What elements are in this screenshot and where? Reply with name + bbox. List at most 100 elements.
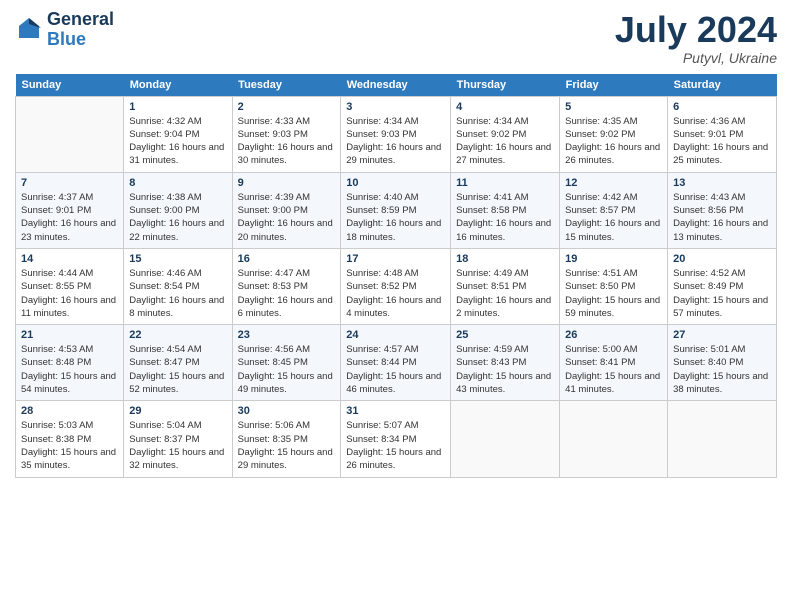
table-row: 11 Sunrise: 4:41 AMSunset: 8:58 PMDaylig… xyxy=(451,172,560,248)
header-thursday: Thursday xyxy=(451,74,560,97)
day-number: 2 xyxy=(238,101,336,113)
table-row: 1 Sunrise: 4:32 AMSunset: 9:04 PMDayligh… xyxy=(124,96,232,172)
title-block: July 2024 Putyvl, Ukraine xyxy=(615,10,777,66)
day-number: 5 xyxy=(565,101,662,113)
day-number: 18 xyxy=(456,253,554,265)
day-number: 9 xyxy=(238,177,336,189)
day-number: 30 xyxy=(238,405,336,417)
day-number: 31 xyxy=(346,405,445,417)
day-info: Sunrise: 5:04 AMSunset: 8:37 PMDaylight:… xyxy=(129,419,226,472)
day-number: 4 xyxy=(456,101,554,113)
day-number: 17 xyxy=(346,253,445,265)
day-info: Sunrise: 4:54 AMSunset: 8:47 PMDaylight:… xyxy=(129,343,226,396)
location: Putyvl, Ukraine xyxy=(615,50,777,66)
day-number: 10 xyxy=(346,177,445,189)
header-wednesday: Wednesday xyxy=(341,74,451,97)
day-info: Sunrise: 5:07 AMSunset: 8:34 PMDaylight:… xyxy=(346,419,445,472)
table-row: 31 Sunrise: 5:07 AMSunset: 8:34 PMDaylig… xyxy=(341,401,451,477)
day-number: 28 xyxy=(21,405,118,417)
day-info: Sunrise: 4:39 AMSunset: 9:00 PMDaylight:… xyxy=(238,191,336,244)
day-info: Sunrise: 4:51 AMSunset: 8:50 PMDaylight:… xyxy=(565,267,662,320)
table-row xyxy=(451,401,560,477)
header-tuesday: Tuesday xyxy=(232,74,341,97)
header-monday: Monday xyxy=(124,74,232,97)
day-info: Sunrise: 4:47 AMSunset: 8:53 PMDaylight:… xyxy=(238,267,336,320)
table-row: 26 Sunrise: 5:00 AMSunset: 8:41 PMDaylig… xyxy=(560,325,668,401)
logo-icon xyxy=(15,16,43,44)
table-row: 2 Sunrise: 4:33 AMSunset: 9:03 PMDayligh… xyxy=(232,96,341,172)
table-row xyxy=(16,96,124,172)
table-row: 15 Sunrise: 4:46 AMSunset: 8:54 PMDaylig… xyxy=(124,248,232,324)
day-info: Sunrise: 4:59 AMSunset: 8:43 PMDaylight:… xyxy=(456,343,554,396)
table-row: 19 Sunrise: 4:51 AMSunset: 8:50 PMDaylig… xyxy=(560,248,668,324)
day-number: 22 xyxy=(129,329,226,341)
day-number: 12 xyxy=(565,177,662,189)
header-sunday: Sunday xyxy=(16,74,124,97)
day-number: 8 xyxy=(129,177,226,189)
day-number: 16 xyxy=(238,253,336,265)
table-row: 3 Sunrise: 4:34 AMSunset: 9:03 PMDayligh… xyxy=(341,96,451,172)
table-row: 6 Sunrise: 4:36 AMSunset: 9:01 PMDayligh… xyxy=(668,96,777,172)
table-row: 20 Sunrise: 4:52 AMSunset: 8:49 PMDaylig… xyxy=(668,248,777,324)
day-number: 1 xyxy=(129,101,226,113)
table-row xyxy=(560,401,668,477)
day-number: 7 xyxy=(21,177,118,189)
day-info: Sunrise: 4:35 AMSunset: 9:02 PMDaylight:… xyxy=(565,115,662,168)
table-row: 10 Sunrise: 4:40 AMSunset: 8:59 PMDaylig… xyxy=(341,172,451,248)
day-info: Sunrise: 4:52 AMSunset: 8:49 PMDaylight:… xyxy=(673,267,771,320)
day-number: 24 xyxy=(346,329,445,341)
day-info: Sunrise: 4:53 AMSunset: 8:48 PMDaylight:… xyxy=(21,343,118,396)
calendar-week-5: 28 Sunrise: 5:03 AMSunset: 8:38 PMDaylig… xyxy=(16,401,777,477)
day-number: 14 xyxy=(21,253,118,265)
table-row: 24 Sunrise: 4:57 AMSunset: 8:44 PMDaylig… xyxy=(341,325,451,401)
day-number: 27 xyxy=(673,329,771,341)
page-header: GeneralBlue July 2024 Putyvl, Ukraine xyxy=(15,10,777,66)
table-row: 4 Sunrise: 4:34 AMSunset: 9:02 PMDayligh… xyxy=(451,96,560,172)
day-number: 6 xyxy=(673,101,771,113)
logo: GeneralBlue xyxy=(15,10,114,50)
day-number: 21 xyxy=(21,329,118,341)
day-info: Sunrise: 4:42 AMSunset: 8:57 PMDaylight:… xyxy=(565,191,662,244)
day-number: 13 xyxy=(673,177,771,189)
day-info: Sunrise: 4:34 AMSunset: 9:02 PMDaylight:… xyxy=(456,115,554,168)
calendar-table: Sunday Monday Tuesday Wednesday Thursday… xyxy=(15,74,777,478)
table-row: 30 Sunrise: 5:06 AMSunset: 8:35 PMDaylig… xyxy=(232,401,341,477)
table-row: 29 Sunrise: 5:04 AMSunset: 8:37 PMDaylig… xyxy=(124,401,232,477)
header-saturday: Saturday xyxy=(668,74,777,97)
table-row: 13 Sunrise: 4:43 AMSunset: 8:56 PMDaylig… xyxy=(668,172,777,248)
day-info: Sunrise: 4:48 AMSunset: 8:52 PMDaylight:… xyxy=(346,267,445,320)
day-info: Sunrise: 4:34 AMSunset: 9:03 PMDaylight:… xyxy=(346,115,445,168)
table-row: 8 Sunrise: 4:38 AMSunset: 9:00 PMDayligh… xyxy=(124,172,232,248)
table-row: 23 Sunrise: 4:56 AMSunset: 8:45 PMDaylig… xyxy=(232,325,341,401)
day-number: 23 xyxy=(238,329,336,341)
day-number: 15 xyxy=(129,253,226,265)
day-number: 26 xyxy=(565,329,662,341)
logo-text: GeneralBlue xyxy=(47,10,114,50)
table-row: 22 Sunrise: 4:54 AMSunset: 8:47 PMDaylig… xyxy=(124,325,232,401)
month-title: July 2024 xyxy=(615,10,777,50)
table-row: 27 Sunrise: 5:01 AMSunset: 8:40 PMDaylig… xyxy=(668,325,777,401)
day-info: Sunrise: 5:03 AMSunset: 8:38 PMDaylight:… xyxy=(21,419,118,472)
calendar-week-3: 14 Sunrise: 4:44 AMSunset: 8:55 PMDaylig… xyxy=(16,248,777,324)
table-row: 28 Sunrise: 5:03 AMSunset: 8:38 PMDaylig… xyxy=(16,401,124,477)
table-row: 7 Sunrise: 4:37 AMSunset: 9:01 PMDayligh… xyxy=(16,172,124,248)
day-number: 3 xyxy=(346,101,445,113)
table-row: 18 Sunrise: 4:49 AMSunset: 8:51 PMDaylig… xyxy=(451,248,560,324)
page-container: GeneralBlue July 2024 Putyvl, Ukraine Su… xyxy=(0,0,792,488)
table-row: 17 Sunrise: 4:48 AMSunset: 8:52 PMDaylig… xyxy=(341,248,451,324)
calendar-week-1: 1 Sunrise: 4:32 AMSunset: 9:04 PMDayligh… xyxy=(16,96,777,172)
day-info: Sunrise: 5:06 AMSunset: 8:35 PMDaylight:… xyxy=(238,419,336,472)
day-info: Sunrise: 4:57 AMSunset: 8:44 PMDaylight:… xyxy=(346,343,445,396)
table-row: 12 Sunrise: 4:42 AMSunset: 8:57 PMDaylig… xyxy=(560,172,668,248)
day-number: 19 xyxy=(565,253,662,265)
day-number: 20 xyxy=(673,253,771,265)
table-row: 21 Sunrise: 4:53 AMSunset: 8:48 PMDaylig… xyxy=(16,325,124,401)
day-number: 29 xyxy=(129,405,226,417)
day-info: Sunrise: 4:32 AMSunset: 9:04 PMDaylight:… xyxy=(129,115,226,168)
day-info: Sunrise: 4:33 AMSunset: 9:03 PMDaylight:… xyxy=(238,115,336,168)
day-info: Sunrise: 4:38 AMSunset: 9:00 PMDaylight:… xyxy=(129,191,226,244)
day-info: Sunrise: 4:46 AMSunset: 8:54 PMDaylight:… xyxy=(129,267,226,320)
day-info: Sunrise: 4:40 AMSunset: 8:59 PMDaylight:… xyxy=(346,191,445,244)
day-info: Sunrise: 4:36 AMSunset: 9:01 PMDaylight:… xyxy=(673,115,771,168)
day-info: Sunrise: 4:41 AMSunset: 8:58 PMDaylight:… xyxy=(456,191,554,244)
